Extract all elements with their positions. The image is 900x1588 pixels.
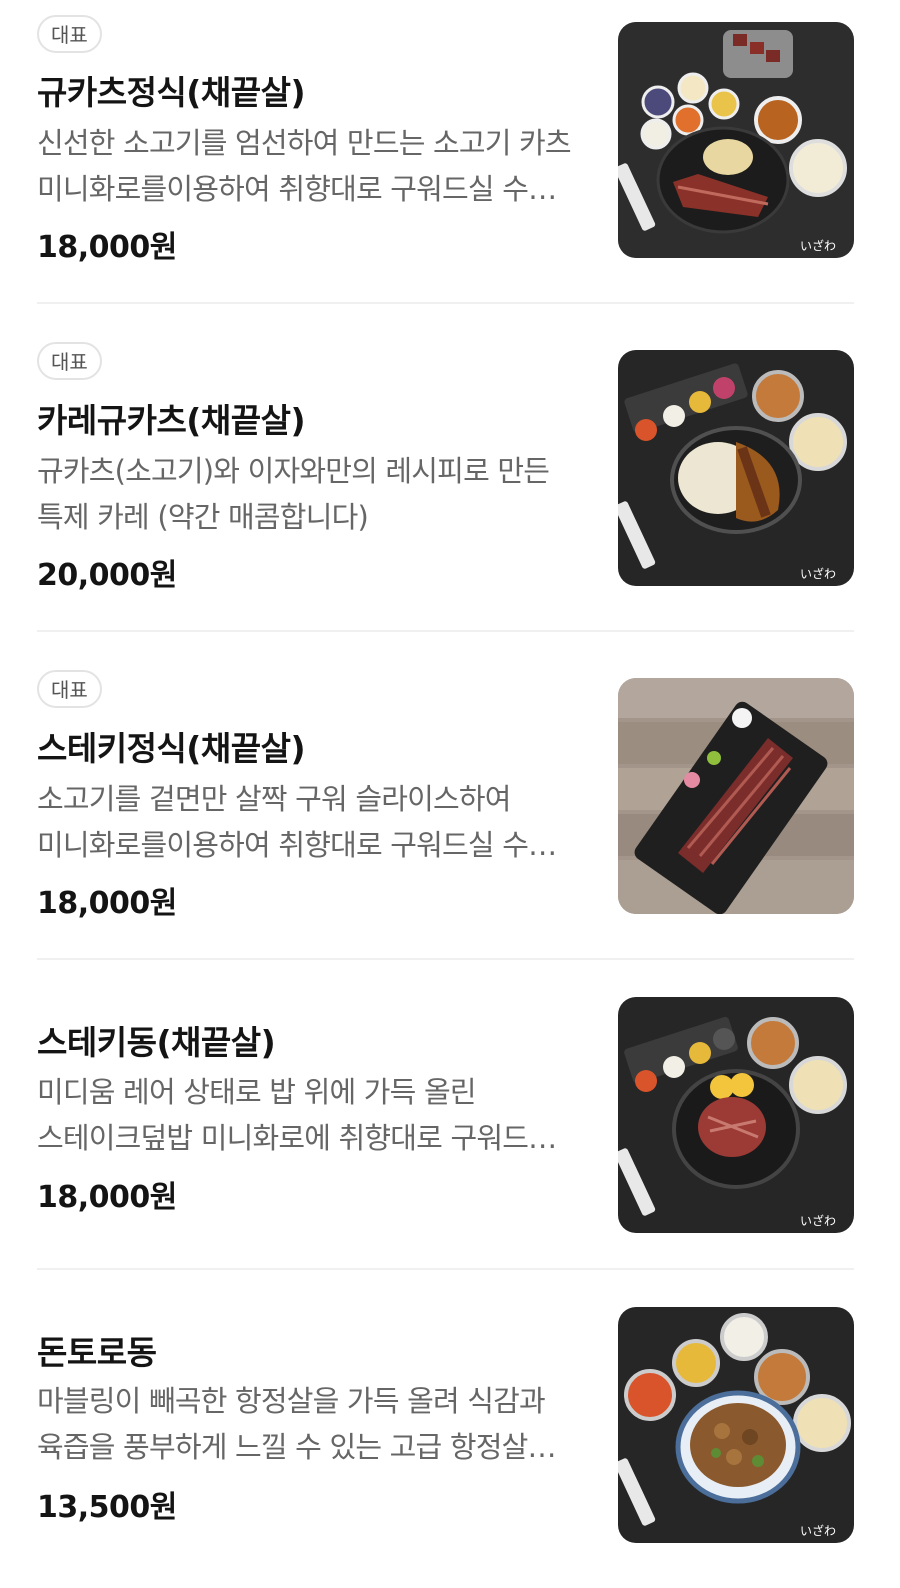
signature-badge: 대표 (37, 670, 102, 708)
menu-item-price: 18,000원 (37, 1180, 177, 1215)
menu-list: 대표 규카츠정식(채끝살) 신선한 소고기를 엄선하여 만드는 소고기 카츠 미… (0, 0, 900, 1588)
menu-item-photo[interactable]: いざわ (618, 997, 854, 1233)
signature-badge: 대표 (37, 15, 102, 53)
menu-item-title: 카레규카츠(채끝살) (37, 401, 306, 440)
signature-badge: 대표 (37, 342, 102, 380)
menu-item-title: 돈토로동 (37, 1333, 157, 1372)
menu-item-price: 20,000원 (37, 558, 177, 593)
menu-item-title: 스테키정식(채끝살) (37, 729, 306, 768)
menu-item-price: 18,000원 (37, 886, 177, 921)
menu-item-gyukatsu-set[interactable]: 대표 규카츠정식(채끝살) 신선한 소고기를 엄선하여 만드는 소고기 카츠 미… (37, 0, 854, 300)
menu-item-dontoro-don[interactable]: 돈토로동 마블링이 빼곡한 항정살을 가득 올려 식감과 육즙을 풍부하게 느낄… (37, 1270, 854, 1588)
watermark-text: いざわ (800, 1523, 836, 1538)
dontoro-don-photo-image: いざわ (618, 1307, 854, 1543)
menu-item-description: 신선한 소고기를 엄선하여 만드는 소고기 카츠 미니화로를이용하여 취향대로 … (37, 126, 572, 206)
menu-item-photo[interactable]: いざわ (618, 1307, 854, 1543)
steak-set-photo-image (618, 678, 854, 914)
menu-item-title: 스테키동(채끝살) (37, 1023, 276, 1062)
menu-item-description: 소고기를 겉면만 살짝 구워 슬라이스하여 미니화로를이용하여 취향대로 구워드… (37, 782, 529, 862)
menu-item-steak-don[interactable]: 스테키동(채끝살) 미디움 레어 상태로 밥 위에 가득 올린 스테이크덮밥 미… (37, 960, 854, 1268)
menu-item-photo[interactable] (618, 678, 854, 914)
curry-gyukatsu-photo-image: いざわ (618, 350, 854, 586)
watermark-text: いざわ (800, 238, 836, 253)
menu-item-description: 마블링이 빼곡한 항정살을 가득 올려 식감과 육즙을 풍부하게 느낄 수 있는… (37, 1384, 546, 1464)
menu-item-curry-gyukatsu[interactable]: 대표 카레규카츠(채끝살) 규카츠(소고기)와 이자와만의 레시피로 만든 특제… (37, 304, 854, 630)
watermark-text: いざわ (800, 1213, 836, 1228)
menu-item-title: 규카츠정식(채끝살) (37, 73, 306, 112)
menu-item-description: 규카츠(소고기)와 이자와만의 레시피로 만든 특제 카레 (약간 매콤합니다) (37, 454, 550, 534)
gyukatsu-set-photo-image: いざわ (618, 22, 854, 258)
menu-item-description: 미디움 레어 상태로 밥 위에 가득 올린 스테이크덮밥 미니화로에 취향대로 … (37, 1075, 555, 1155)
menu-item-price: 13,500원 (37, 1490, 177, 1525)
steak-don-photo-image: いざわ (618, 997, 854, 1233)
menu-item-steak-set[interactable]: 대표 스테키정식(채끝살) 소고기를 겉면만 살짝 구워 슬라이스하여 미니화로… (37, 632, 854, 958)
menu-item-photo[interactable]: いざわ (618, 22, 854, 258)
menu-item-price: 18,000원 (37, 230, 177, 265)
watermark-text: いざわ (800, 566, 836, 581)
menu-item-photo[interactable]: いざわ (618, 350, 854, 586)
